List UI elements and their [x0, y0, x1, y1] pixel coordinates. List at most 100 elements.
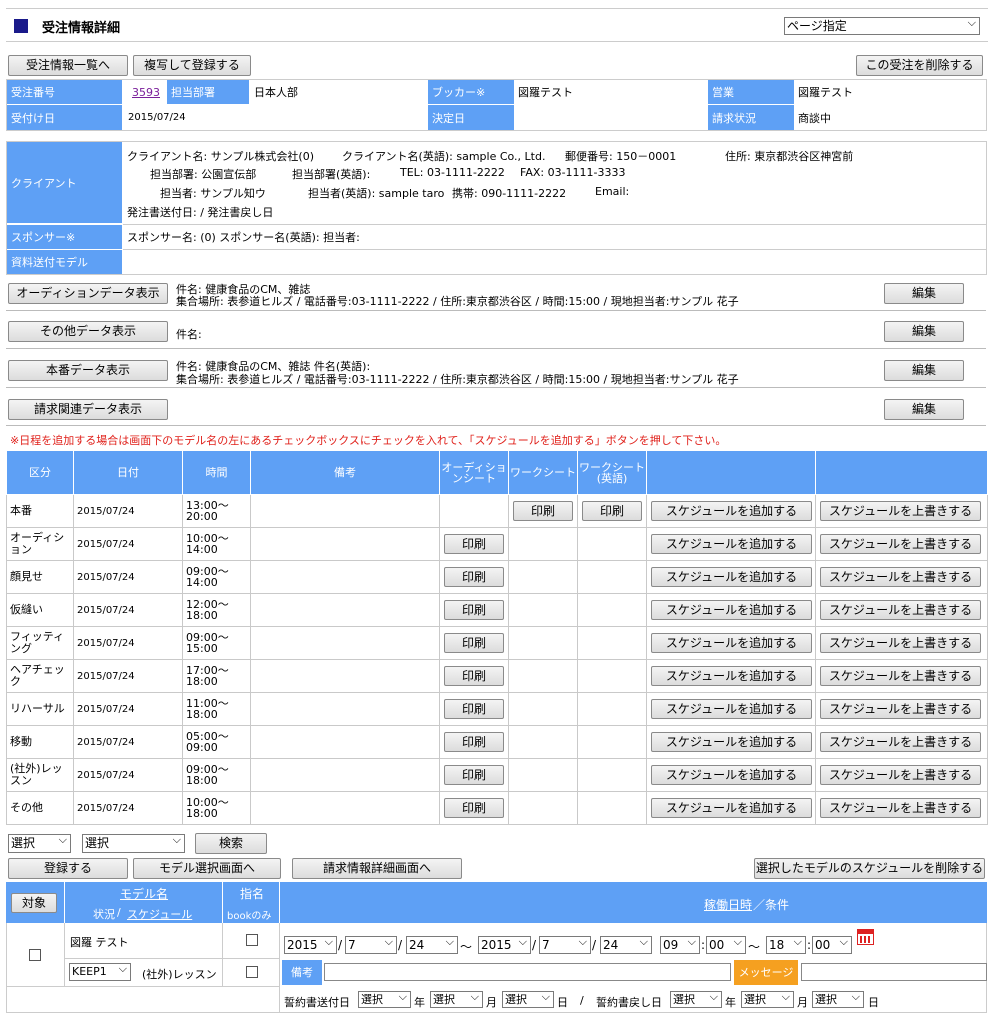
add-schedule-button[interactable]: スケジュールを追加する — [651, 798, 812, 818]
shimei-checkbox[interactable] — [246, 934, 258, 946]
model-name-sort-link[interactable]: モデル名 — [120, 885, 168, 902]
add-schedule-button[interactable]: スケジュールを追加する — [651, 699, 812, 719]
audition-print-button[interactable]: 印刷 — [444, 600, 504, 620]
order-no-link[interactable]: 3593 — [128, 80, 160, 104]
start-month-select[interactable]: 7 — [345, 936, 397, 954]
copy-register-button[interactable]: 複写して登録する — [133, 55, 251, 76]
add-schedule-button[interactable]: スケジュールを追加する — [651, 534, 812, 554]
audition-print-button[interactable]: 印刷 — [444, 798, 504, 818]
row-kubun: (社外)レッスン — [6, 758, 74, 792]
contract-send-month[interactable]: 選択 — [430, 991, 483, 1008]
page-select[interactable]: ページ指定 — [784, 17, 980, 35]
start-year-select[interactable]: 2015 — [284, 936, 337, 954]
add-schedule-button[interactable]: スケジュールを追加する — [651, 567, 812, 587]
booker-value: 図羅テスト — [518, 86, 573, 99]
overwrite-schedule-button[interactable]: スケジュールを上書きする — [820, 567, 981, 587]
col-kubun: 区分 — [6, 450, 74, 495]
worksheet-en-print-button[interactable]: 印刷 — [582, 501, 642, 521]
overwrite-schedule-button[interactable]: スケジュールを上書きする — [820, 633, 981, 653]
audition-data-button[interactable]: オーディションデータ表示 — [8, 283, 168, 304]
row-kubun: 移動 — [6, 725, 74, 759]
condition-label: ／条件 — [753, 898, 790, 912]
overwrite-schedule-button[interactable]: スケジュールを上書きする — [820, 600, 981, 620]
calendar-icon[interactable] — [857, 929, 874, 945]
add-schedule-button[interactable]: スケジュールを追加する — [651, 666, 812, 686]
start-hour-select[interactable]: 09 — [660, 936, 700, 954]
col-time: 時間 — [182, 450, 251, 495]
book-only-checkbox[interactable] — [246, 966, 258, 978]
overwrite-schedule-button[interactable]: スケジュールを上書きする — [820, 732, 981, 752]
audition-print-button[interactable]: 印刷 — [444, 534, 504, 554]
end-year-select[interactable]: 2015 — [478, 936, 531, 954]
model-status-select[interactable]: KEEP1 — [69, 963, 131, 981]
add-schedule-button[interactable]: スケジュールを追加する — [651, 600, 812, 620]
add-schedule-button[interactable]: スケジュールを追加する — [651, 633, 812, 653]
row-kubun: フィッティング — [6, 626, 74, 660]
note-label: 備考 — [282, 960, 322, 985]
search-button[interactable]: 検索 — [195, 833, 267, 854]
contract-return-day[interactable]: 選択 — [812, 991, 864, 1008]
end-hour-select[interactable]: 18 — [766, 936, 806, 954]
other-edit-button[interactable]: 編集 — [884, 321, 964, 342]
billing-detail-button[interactable]: 請求情報詳細画面へ — [292, 858, 462, 879]
client-line2a: 担当部署: 公園宣伝部 — [150, 168, 257, 181]
model-target-checkbox[interactable] — [29, 949, 41, 961]
audition-print-button[interactable]: 印刷 — [444, 732, 504, 752]
contract-return-label: 誓約書戻し日 — [596, 996, 662, 1009]
contract-return-year[interactable]: 選択 — [670, 991, 722, 1008]
overwrite-schedule-button[interactable]: スケジュールを上書きする — [820, 699, 981, 719]
honban-edit-button[interactable]: 編集 — [884, 360, 964, 381]
worksheet-print-button[interactable]: 印刷 — [513, 501, 573, 521]
working-sort-link[interactable]: 稼働日時 — [704, 896, 752, 913]
billing-status-label: 請求状況 — [708, 105, 794, 130]
model-schedule-sort-link[interactable]: スケジュール — [127, 906, 192, 922]
add-schedule-button[interactable]: スケジュールを追加する — [651, 765, 812, 785]
received-value: 2015/07/24 — [128, 112, 186, 123]
row-date: 2015/07/24 — [73, 560, 183, 594]
audition-print-button[interactable]: 印刷 — [444, 567, 504, 587]
row-time: 13:00～ 20:00 — [182, 494, 251, 528]
row-date: 2015/07/24 — [73, 692, 183, 726]
audition-print-button[interactable]: 印刷 — [444, 699, 504, 719]
billing-data-button[interactable]: 請求関連データ表示 — [8, 399, 168, 420]
honban-data-button[interactable]: 本番データ表示 — [8, 360, 168, 381]
end-day-select[interactable]: 24 — [600, 936, 652, 954]
message-input[interactable] — [801, 963, 987, 981]
overwrite-schedule-button[interactable]: スケジュールを上書きする — [820, 501, 981, 521]
add-schedule-button[interactable]: スケジュールを追加する — [651, 501, 812, 521]
row-kubun: その他 — [6, 791, 74, 825]
audition-edit-button[interactable]: 編集 — [884, 283, 964, 304]
sales-value: 図羅テスト — [798, 86, 853, 99]
model-select-button[interactable]: モデル選択画面へ — [133, 858, 281, 879]
schedule-row: フィッティング 2015/07/24 09:00～ 15:00 印刷 スケジュールを追加す… — [6, 626, 988, 660]
other-data-button[interactable]: その他データ表示 — [8, 321, 168, 342]
contract-return-month[interactable]: 選択 — [741, 991, 794, 1008]
overwrite-schedule-button[interactable]: スケジュールを上書きする — [820, 534, 981, 554]
end-month-select[interactable]: 7 — [539, 936, 591, 954]
audition-print-button[interactable]: 印刷 — [444, 633, 504, 653]
sponsor-label: スポンサー※ — [7, 225, 122, 249]
filter-select-2[interactable]: 選択 — [82, 834, 185, 853]
delete-schedule-button[interactable]: 選択したモデルのスケジュールを削除する — [754, 858, 985, 879]
contract-send-day[interactable]: 選択 — [502, 991, 554, 1008]
start-minute-select[interactable]: 00 — [706, 936, 746, 954]
audition-print-button[interactable]: 印刷 — [444, 666, 504, 686]
contract-send-year[interactable]: 選択 — [358, 991, 411, 1008]
add-schedule-button[interactable]: スケジュールを追加する — [651, 732, 812, 752]
audition-print-button[interactable]: 印刷 — [444, 765, 504, 785]
filter-select-1[interactable]: 選択 — [8, 834, 71, 853]
sales-label: 営業 — [708, 80, 794, 104]
delete-order-button[interactable]: この受注を削除する — [856, 55, 983, 76]
row-date: 2015/07/24 — [73, 659, 183, 693]
note-input[interactable] — [324, 963, 731, 981]
overwrite-schedule-button[interactable]: スケジュールを上書きする — [820, 666, 981, 686]
end-minute-select[interactable]: 00 — [812, 936, 852, 954]
start-day-select[interactable]: 24 — [406, 936, 458, 954]
model-header-working — [280, 882, 987, 923]
register-button[interactable]: 登録する — [8, 858, 128, 879]
order-list-button[interactable]: 受注情報一覧へ — [8, 55, 128, 76]
overwrite-schedule-button[interactable]: スケジュールを上書きする — [820, 765, 981, 785]
target-button[interactable]: 対象 — [11, 893, 57, 913]
overwrite-schedule-button[interactable]: スケジュールを上書きする — [820, 798, 981, 818]
billing-edit-button[interactable]: 編集 — [884, 399, 964, 420]
